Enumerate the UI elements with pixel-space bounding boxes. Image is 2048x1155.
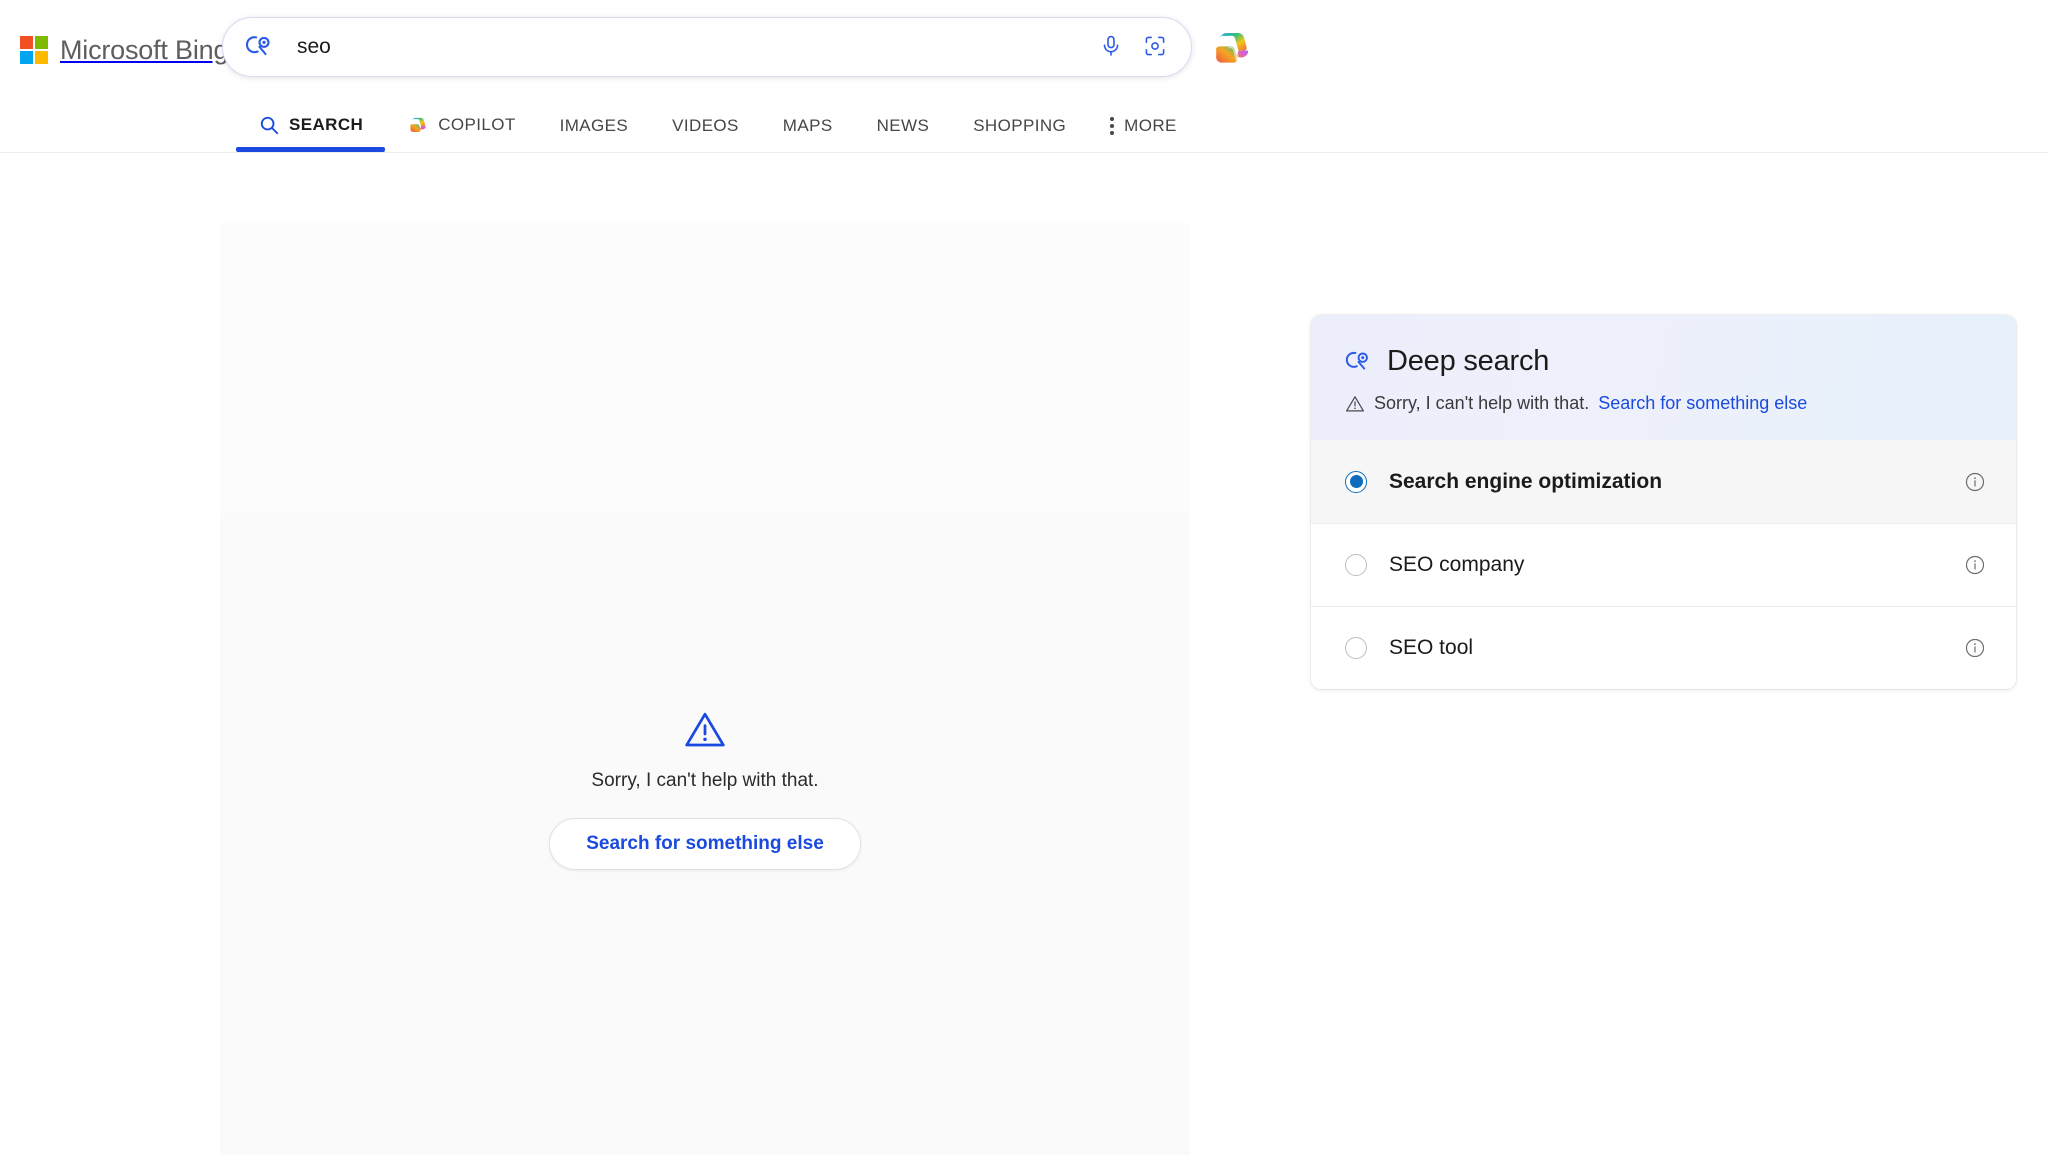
deep-search-option-label: Search engine optimization [1389,469,1663,493]
tab-news-label: NEWS [876,116,930,135]
copilot-logo-icon [407,114,429,136]
tab-images[interactable]: IMAGES [538,116,651,152]
kebab-menu-icon [1110,117,1115,135]
deep-search-notice-text: Sorry, I can't help with that. [1374,393,1590,413]
microsoft-squares-logo-icon [20,36,48,64]
empty-state: Sorry, I can't help with that. Search fo… [220,708,1190,870]
tab-more-label: MORE [1124,116,1177,135]
radio-button-selected[interactable] [1345,470,1367,493]
info-circle-icon[interactable] [1964,471,1986,493]
tab-shopping[interactable]: SHOPPING [951,116,1088,152]
info-circle-icon[interactable] [1964,554,1986,576]
deep-search-option-2[interactable]: SEO tool [1311,606,2016,689]
search-box[interactable] [222,17,1192,77]
tab-videos[interactable]: VIDEOS [650,116,761,152]
deep-search-title: Deep search [1387,345,1550,377]
deep-search-option-label: SEO tool [1389,636,1474,659]
results-placeholder-top [220,223,1190,513]
deep-search-header: Deep search Sorry, I can't help with tha… [1311,315,2016,440]
deep-search-option-label: SEO company [1389,553,1525,576]
warning-triangle-icon [1345,394,1365,414]
primary-nav: SEARCH COPILOT IMAGES VIDEOS MAPS NEWS S… [236,96,1199,152]
deep-search-notice-link[interactable]: Search for something else [1598,393,1807,414]
search-input[interactable] [275,35,1089,59]
tab-videos-label: VIDEOS [672,116,739,135]
tab-images-label: IMAGES [559,116,629,135]
search-something-else-button[interactable]: Search for something else [549,818,861,870]
magnifier-icon [258,114,280,136]
deep-search-notice: Sorry, I can't help with that. Search fo… [1345,393,1982,414]
deep-search-title-row: Deep search [1345,345,1982,378]
empty-state-message: Sorry, I can't help with that. [591,770,819,791]
microphone-button[interactable] [1089,25,1133,69]
tab-copilot[interactable]: COPILOT [385,114,537,152]
deep-search-panel: Deep search Sorry, I can't help with tha… [1311,315,2016,689]
page-body: Sorry, I can't help with that. Search fo… [0,153,2048,1155]
radio-button[interactable] [1345,637,1367,659]
tab-search-label: SEARCH [289,115,364,134]
tab-maps[interactable]: MAPS [761,116,855,152]
tab-search[interactable]: SEARCH [236,114,386,152]
warning-triangle-icon [683,708,727,752]
results-column: Sorry, I can't help with that. Search fo… [220,223,1190,1155]
radio-button[interactable] [1345,554,1367,576]
tab-news[interactable]: NEWS [855,116,952,152]
bing-logo-link[interactable]: Microsoft Bing [20,30,228,70]
page-header: Microsoft Bing seo SEARCH COPILOT IMAGES… [0,0,2048,153]
deep-search-option-1[interactable]: SEO company [1311,523,2016,606]
tab-copilot-label: COPILOT [438,115,516,134]
microphone-icon [1099,34,1123,61]
visual-search-button[interactable] [1133,25,1177,69]
tab-shopping-label: SHOPPING [973,116,1067,135]
copilot-logo-icon [1209,33,1255,74]
copilot-button[interactable] [1209,25,1255,71]
deep-search-icon [1345,348,1373,376]
info-circle-icon[interactable] [1964,637,1986,659]
tab-maps-label: MAPS [782,116,833,135]
deep-search-icon [245,32,275,62]
visual-search-camera-icon [1143,34,1167,61]
tab-more[interactable]: MORE [1088,116,1199,152]
deep-search-option-0[interactable]: Search engine optimization [1311,440,2016,523]
brand-name: Microsoft Bing [60,34,229,65]
